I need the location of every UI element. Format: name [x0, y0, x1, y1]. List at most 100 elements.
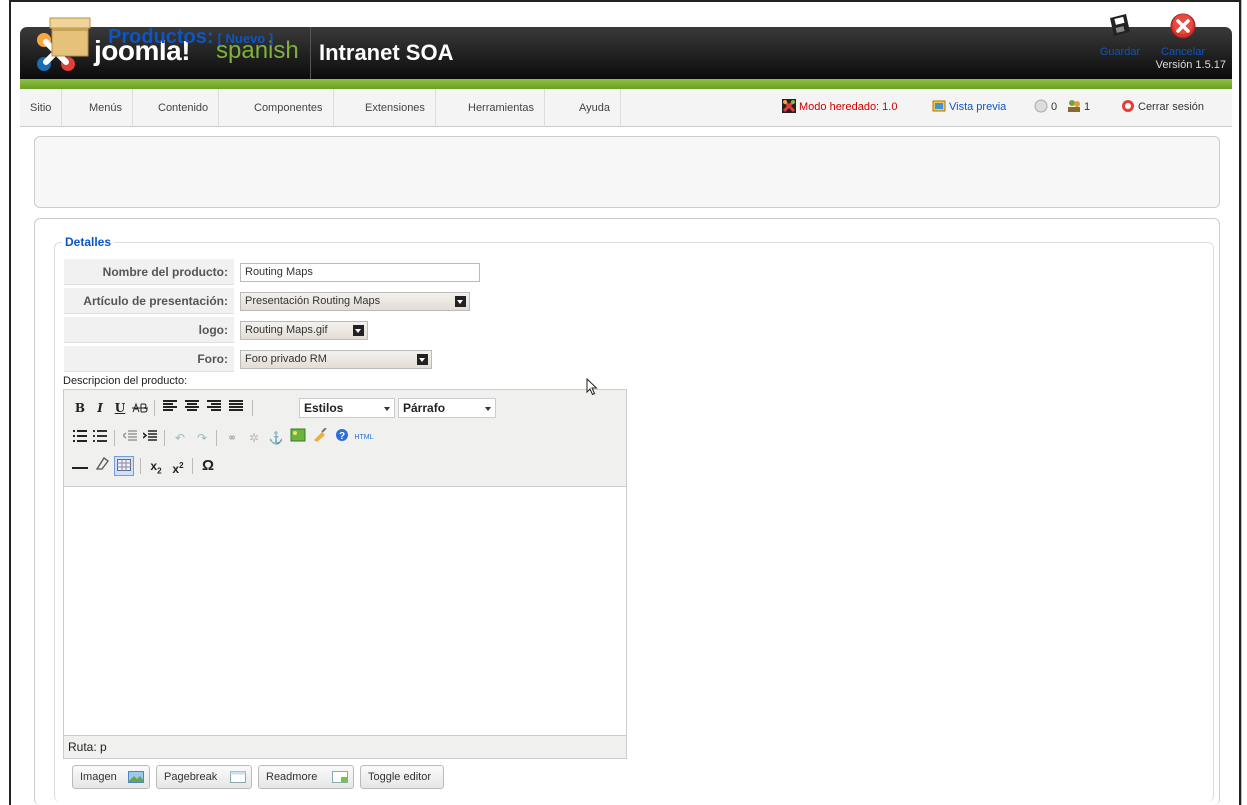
product-name-row: Nombre del producto: Routing Maps [64, 259, 484, 285]
format-select[interactable]: Párrafo [398, 398, 496, 418]
redo-icon[interactable]: ↷ [192, 428, 212, 448]
messages-count: 0 [1051, 101, 1058, 113]
forum-select-value: Foro privado RM [245, 353, 327, 365]
save-label: Guardar [1099, 46, 1141, 58]
anchor-icon[interactable]: ⚓ [266, 428, 286, 448]
product-name-input[interactable]: Routing Maps [240, 263, 480, 282]
main-menu: Sitio Menús Contenido Componentes Extens… [20, 89, 1232, 127]
outdent-icon[interactable] [120, 428, 140, 448]
toolbar-separator [192, 458, 193, 474]
editor-toolbar-row-1: B I U Estilos Párrafo [68, 396, 624, 420]
toggle-editor-label: Toggle editor [368, 771, 431, 783]
dropdown-arrow-icon [455, 296, 466, 307]
menu-menus[interactable]: Menús [79, 89, 134, 127]
styles-select[interactable]: Estilos [299, 398, 395, 418]
readmore-button[interactable]: Readmore [258, 765, 354, 789]
indent-icon[interactable] [140, 428, 160, 448]
header-strip [20, 79, 1232, 89]
page-subtitle: [ Nuevo ] [217, 31, 274, 46]
readmore-icon [332, 771, 348, 783]
special-char-icon[interactable]: Ω [198, 456, 218, 476]
align-justify-icon[interactable] [226, 398, 246, 418]
legacy-mode-icon [782, 99, 796, 113]
cancel-button[interactable]: Cancelar [1155, 12, 1211, 68]
dropdown-arrow-icon [353, 325, 364, 336]
menu-extensiones[interactable]: Extensiones [355, 89, 436, 127]
unlink-icon[interactable]: ✲ [244, 428, 264, 448]
logout-link[interactable]: Cerrar sesión [1121, 99, 1204, 113]
presentation-select-value: Presentación Routing Maps [245, 295, 381, 307]
toolbar-panel [34, 136, 1220, 208]
pagebreak-button[interactable]: Pagebreak [156, 765, 252, 789]
menu-ayuda[interactable]: Ayuda [569, 89, 621, 127]
readmore-button-label: Readmore [266, 771, 318, 783]
dropdown-arrow-icon [485, 407, 491, 411]
visual-aid-icon[interactable] [114, 456, 134, 476]
undo-icon[interactable]: ↶ [170, 428, 190, 448]
toolbar-separator [140, 458, 141, 474]
page-title: Productos:[ Nuevo ] [108, 26, 273, 49]
align-center-icon[interactable] [182, 398, 202, 418]
logo-row: logo: Routing Maps.gif [64, 317, 484, 343]
italic-icon[interactable]: I [90, 398, 110, 418]
legacy-mode-status[interactable]: Modo heredado: 1.0 [782, 99, 897, 113]
menu-componentes[interactable]: Componentes [244, 89, 334, 127]
subscript-icon[interactable]: x2 [146, 456, 166, 476]
toolbar-separator [216, 430, 217, 446]
window-edge [1241, 0, 1247, 805]
page-title-text: Productos: [108, 26, 214, 48]
product-name-label: Nombre del producto: [64, 259, 234, 285]
superscript-icon[interactable]: x2 [168, 456, 188, 476]
product-box-icon [49, 17, 91, 57]
presentation-select[interactable]: Presentación Routing Maps [240, 292, 470, 311]
editor-toolbar-row-3: x2 x2 Ω [68, 454, 624, 478]
menu-contenido[interactable]: Contenido [148, 89, 220, 127]
preview-icon [932, 100, 946, 112]
description-label: Descripcion del producto: [63, 375, 188, 387]
image-button-label: Imagen [80, 771, 117, 783]
pagebreak-button-label: Pagebreak [164, 771, 218, 783]
numbered-list-icon[interactable] [90, 428, 110, 448]
preview-link[interactable]: Vista previa [932, 99, 1006, 113]
preview-text: Vista previa [949, 101, 1007, 113]
underline-icon[interactable]: U [110, 398, 130, 418]
align-left-icon[interactable] [160, 398, 180, 418]
forum-label: Foro: [64, 346, 234, 372]
align-right-icon[interactable] [204, 398, 224, 418]
rich-text-editor: B I U Estilos Párrafo ↶ ↷ ⚭ ✲ ⚓ ? HTML x… [63, 389, 627, 759]
horizontal-rule-icon[interactable] [70, 456, 90, 476]
menu-sitio[interactable]: Sitio [20, 89, 63, 127]
mouse-cursor-icon [586, 378, 598, 396]
legacy-mode-text: Modo heredado: 1.0 [799, 101, 898, 113]
users-count: 1 [1084, 101, 1091, 113]
help-icon[interactable]: ? [332, 428, 352, 448]
messages-status[interactable]: 0 [1034, 99, 1057, 113]
users-status[interactable]: 1 [1067, 99, 1090, 113]
bold-icon[interactable]: B [70, 398, 90, 418]
bullet-list-icon[interactable] [70, 428, 90, 448]
strikethrough-icon[interactable] [130, 398, 150, 418]
html-icon[interactable]: HTML [354, 428, 374, 448]
forum-select[interactable]: Foro privado RM [240, 350, 432, 369]
editor-content-area[interactable] [64, 486, 626, 736]
users-icon [1068, 100, 1080, 112]
cleanup-icon[interactable] [310, 427, 330, 448]
logout-icon [1122, 100, 1134, 112]
remove-format-icon[interactable] [92, 456, 112, 476]
image-button[interactable]: Imagen [72, 765, 150, 789]
presentation-row: Artículo de presentación: Presentación R… [64, 288, 484, 314]
logout-text: Cerrar sesión [1138, 101, 1205, 113]
toolbar-separator [164, 430, 165, 446]
dropdown-arrow-icon [417, 354, 428, 365]
toggle-editor-button[interactable]: Toggle editor [360, 765, 444, 789]
save-button[interactable]: Guardar [1092, 12, 1148, 68]
logo-select[interactable]: Routing Maps.gif [240, 321, 368, 340]
image-icon[interactable] [288, 428, 308, 448]
toolbar-separator [154, 400, 155, 416]
link-icon[interactable]: ⚭ [222, 428, 242, 448]
menu-herramientas[interactable]: Herramientas [458, 89, 546, 127]
logo-select-value: Routing Maps.gif [245, 324, 328, 336]
logo-label: logo: [64, 317, 234, 343]
cancel-icon [1170, 13, 1196, 39]
cancel-label: Cancelar [1160, 46, 1206, 58]
